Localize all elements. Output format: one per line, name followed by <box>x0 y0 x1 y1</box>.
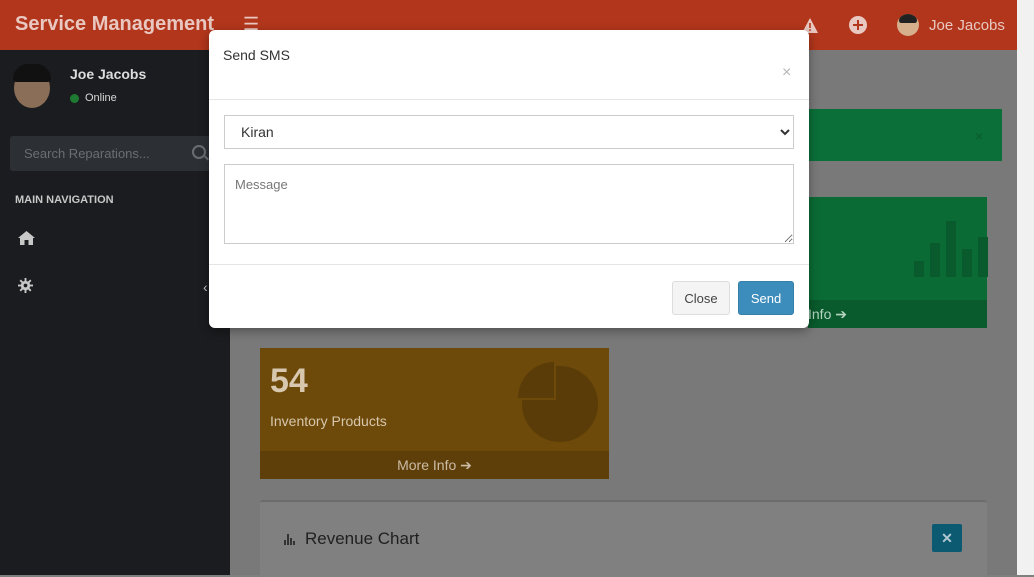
sidebar-user-name: Joe Jacobs <box>70 66 147 82</box>
modal-footer: Close Send <box>209 264 809 329</box>
brand-title[interactable]: Service Management <box>15 13 214 36</box>
status-badge: Online <box>70 92 117 104</box>
alert-close-icon[interactable]: × <box>975 128 983 144</box>
chevron-left-icon[interactable]: ‹ <box>203 279 208 295</box>
online-dot-icon <box>70 93 79 103</box>
bar-chart-icon <box>914 221 988 277</box>
arrow-circle-right-icon: ➔ <box>460 457 472 473</box>
avatar <box>897 14 919 36</box>
avatar <box>10 60 54 114</box>
recipient-select[interactable]: Kiran <box>224 115 794 149</box>
search-input[interactable] <box>10 136 180 171</box>
user-menu[interactable]: Joe Jacobs <box>897 0 1005 50</box>
search-icon[interactable] <box>192 145 206 159</box>
bar-chart-icon <box>284 533 297 545</box>
arrow-circle-right-icon: ➔ <box>835 306 847 322</box>
alert-box <box>808 109 1002 161</box>
modal-header: Send SMS × <box>209 30 809 100</box>
inventory-label: Inventory Products <box>270 413 387 429</box>
sidebar: Joe Jacobs Online MAIN NAVIGATION ‹ <box>0 50 230 575</box>
more-info-label: More Info <box>397 457 457 473</box>
scrollbar[interactable] <box>1017 0 1034 575</box>
sidebar-search <box>10 136 210 171</box>
info-link-label: Info <box>808 306 832 322</box>
info-box-green: Info ➔ <box>808 197 988 328</box>
add-icon[interactable] <box>849 0 867 50</box>
card-title-text: Revenue Chart <box>305 529 420 548</box>
gear-icon[interactable] <box>18 278 33 298</box>
close-button[interactable]: Close <box>672 281 730 315</box>
home-icon[interactable] <box>18 231 35 250</box>
modal-title: Send SMS <box>223 47 290 63</box>
send-button[interactable]: Send <box>738 281 794 315</box>
status-text: Online <box>85 92 117 104</box>
more-info-link[interactable]: More Info ➔ <box>260 451 609 479</box>
user-name: Joe Jacobs <box>929 16 1005 34</box>
nav-header: MAIN NAVIGATION <box>15 194 114 206</box>
inventory-count: 54 <box>270 362 308 400</box>
card-title: Revenue Chart <box>284 529 419 549</box>
info-link[interactable]: Info ➔ <box>808 300 987 328</box>
revenue-chart-card: Revenue Chart ✕ <box>260 500 987 577</box>
message-field[interactable] <box>224 164 794 244</box>
send-sms-modal: Send SMS × Kiran Close Send <box>209 30 809 328</box>
card-close-button[interactable]: ✕ <box>932 524 962 552</box>
close-icon[interactable]: × <box>782 64 791 82</box>
info-box-inventory: 54 Inventory Products More Info ➔ <box>260 348 609 479</box>
